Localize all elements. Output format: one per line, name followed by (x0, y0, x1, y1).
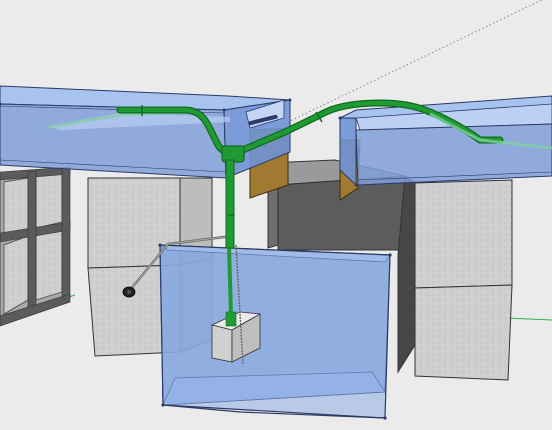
glass-tank-left[interactable] (0, 85, 292, 179)
steel-frame-stand[interactable] (0, 166, 71, 327)
power-plug-icon (122, 286, 136, 298)
pump-return-line (227, 244, 233, 317)
glass-sump[interactable] (158, 243, 392, 420)
glass-tank-right[interactable] (338, 95, 552, 187)
cinder-block-stack-right[interactable] (414, 179, 513, 381)
viewport-scene[interactable] (0, 0, 552, 430)
